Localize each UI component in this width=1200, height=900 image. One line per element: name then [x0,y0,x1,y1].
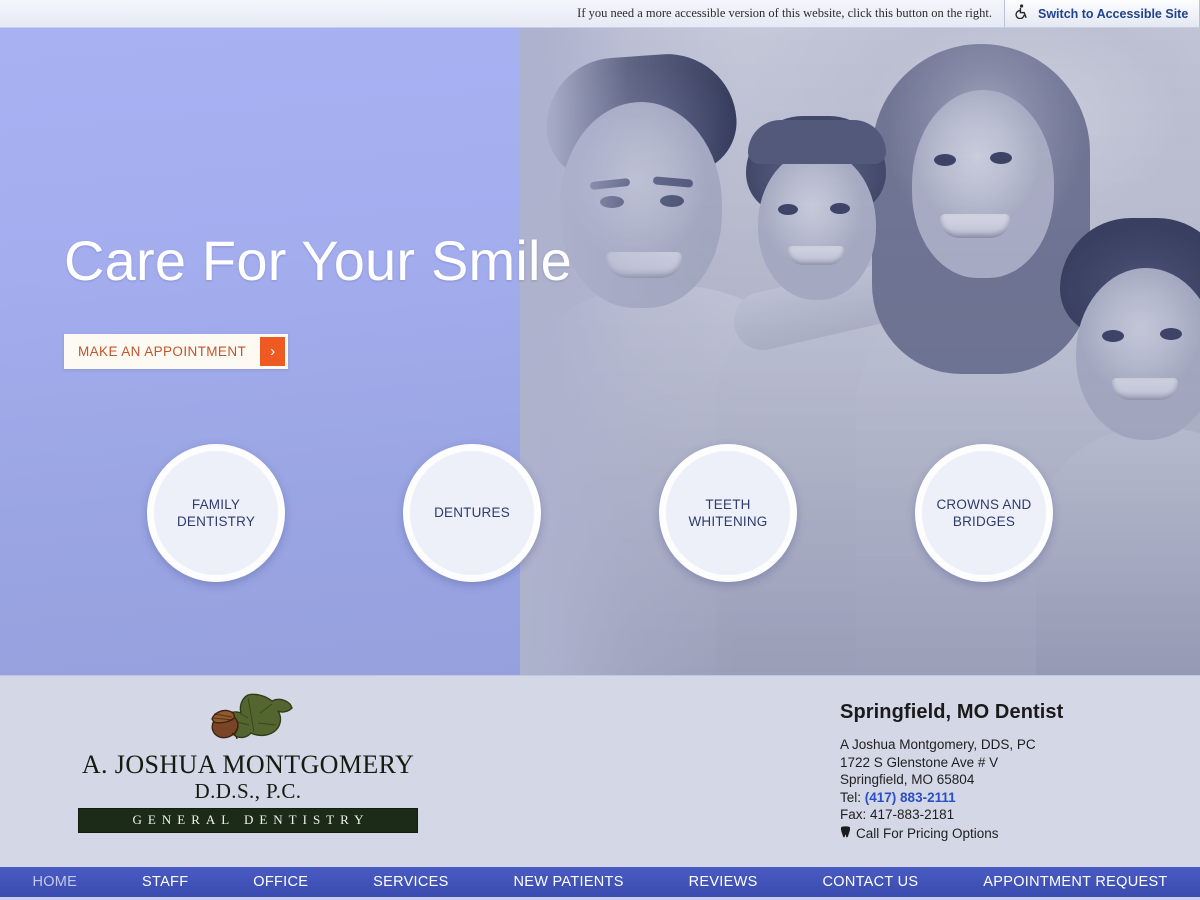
practice-logo-degree: D.D.S., P.C. [194,779,302,804]
nav-item-home[interactable]: HOME [0,874,110,890]
hero-title: Care For Your Smile [64,229,573,292]
hero-banner: Care For Your Smile MAKE AN APPOINTMENT … [0,28,1200,675]
contact-telephone-link[interactable]: (417) 883-2111 [865,790,956,805]
nav-item-reviews[interactable]: REVIEWS [656,874,790,890]
practice-logo-name: A. JOSHUA MONTGOMERY [81,750,415,779]
chevron-right-icon: › [260,337,285,366]
contact-pricing-note: Call For Pricing Options [856,825,999,841]
contact-telephone-label: Tel: [840,789,862,805]
nav-item-new-patients[interactable]: NEW PATIENTS [481,874,656,890]
nav-item-staff[interactable]: STAFF [110,874,221,890]
service-circle-label: FAMILY DENTISTRY [176,496,256,529]
contact-fax-number: 417-883-2181 [870,807,955,823]
contact-fax-label: Fax: [840,807,867,823]
logo-contact-band: A. JOSHUA MONTGOMERY D.D.S., P.C. GENERA… [0,675,1200,867]
tooth-icon [840,825,851,843]
service-circle-crowns-and-bridges[interactable]: CROWNS AND BRIDGES [915,444,1053,582]
practice-logo[interactable]: A. JOSHUA MONTGOMERY D.D.S., P.C. GENERA… [78,692,418,834]
make-an-appointment-button[interactable]: MAKE AN APPOINTMENT › [64,334,288,369]
make-an-appointment-label: MAKE AN APPOINTMENT [78,344,247,359]
service-circle-label: CROWNS AND BRIDGES [936,496,1032,529]
service-circle-dentures[interactable]: DENTURES [403,444,541,582]
service-circle-label: DENTURES [434,505,510,521]
contact-address-line2: Springfield, MO 65804 [840,772,975,788]
contact-pricing-row: Call For Pricing Options [840,825,1140,843]
contact-fax-row: Fax: 417-883-2181 [840,806,1140,824]
acorn-oak-leaf-icon [78,692,418,749]
contact-address-line1: 1722 S Glenstone Ave # V [840,754,999,770]
nav-item-contact-us[interactable]: CONTACT US [790,874,951,890]
accessibility-bar: If you need a more accessible version of… [0,0,1200,28]
contact-info: Springfield, MO Dentist A Joshua Montgom… [840,701,1140,842]
nav-item-appointment-request[interactable]: APPOINTMENT REQUEST [951,874,1200,890]
switch-to-accessible-site-label: Switch to Accessible Site [1038,6,1189,21]
service-circle-label: TEETH WHITENING [688,496,768,529]
nav-item-services[interactable]: SERVICES [341,874,481,890]
contact-heading: Springfield, MO Dentist [840,701,1064,723]
contact-practice-name: A Joshua Montgomery, DDS, PC [840,737,1036,752]
wheelchair-accessible-icon [1015,3,1029,24]
service-circle-family-dentistry[interactable]: FAMILY DENTISTRY [147,444,285,582]
practice-logo-tagline: GENERAL DENTISTRY [78,808,418,834]
switch-to-accessible-site-button[interactable]: Switch to Accessible Site [1004,0,1200,27]
service-circle-teeth-whitening[interactable]: TEETH WHITENING [659,444,797,582]
service-circle-list: FAMILY DENTISTRY DENTURES TEETH WHITENING … [0,444,1200,582]
contact-telephone-row: Tel: (417) 883-2111 [840,789,1140,807]
main-navigation: HOME STAFF OFFICE SERVICES NEW PATIENTS … [0,867,1200,900]
nav-item-office[interactable]: OFFICE [221,874,341,890]
accessibility-note: If you need a more accessible version of… [577,6,992,20]
